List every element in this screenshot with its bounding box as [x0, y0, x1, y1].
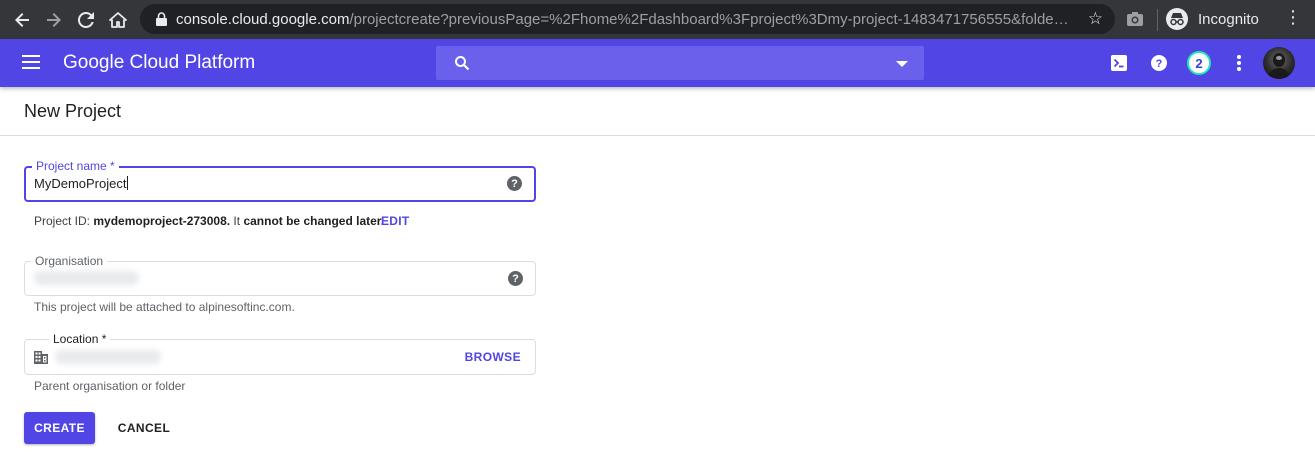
project-name-input[interactable]: MyDemoProject: [34, 176, 129, 191]
svg-text:?: ?: [1156, 58, 1163, 70]
browse-button[interactable]: BROWSE: [465, 350, 521, 364]
toolbar-divider: [1157, 9, 1158, 31]
page-title: New Project: [24, 101, 122, 121]
organisation-helper: This project will be attached to alpines…: [34, 300, 295, 314]
reload-icon[interactable]: [72, 6, 100, 34]
gcp-header: Google Cloud Platform ? 2: [0, 39, 1315, 87]
incognito-label: Incognito: [1198, 10, 1259, 28]
cloud-shell-icon[interactable]: [1107, 51, 1131, 75]
address-bar[interactable]: console.cloud.google.com /projectcreate?…: [140, 4, 1115, 34]
incognito-profile[interactable]: Incognito: [1166, 5, 1281, 33]
location-label: Location *: [49, 332, 111, 346]
help-icon[interactable]: ?: [1147, 51, 1171, 75]
browser-toolbar: console.cloud.google.com /projectcreate?…: [0, 0, 1315, 39]
create-button[interactable]: CREATE: [24, 412, 95, 444]
location-value-redacted: [55, 350, 161, 364]
location-helper: Parent organisation or folder: [34, 379, 186, 393]
search-icon: [454, 55, 470, 71]
help-icon[interactable]: ?: [507, 176, 522, 191]
forward-arrow-icon[interactable]: [40, 6, 68, 34]
url-host: console.cloud.google.com: [176, 10, 350, 28]
project-name-field[interactable]: Project name * MyDemoProject ?: [24, 159, 536, 202]
location-field[interactable]: Location * BROWSE: [24, 332, 536, 375]
project-id-text: Project ID: mydemoproject-273008. It can…: [34, 214, 385, 228]
cancel-button[interactable]: CANCEL: [108, 412, 180, 444]
star-icon[interactable]: ☆: [1088, 9, 1103, 29]
lock-icon: [154, 12, 168, 26]
organisation-value-redacted: [34, 271, 139, 285]
camera-icon[interactable]: [1125, 9, 1145, 29]
organisation-label: Organisation: [31, 254, 108, 268]
chevron-down-icon[interactable]: [896, 61, 908, 67]
incognito-icon: [1166, 8, 1188, 30]
organisation-field[interactable]: Organisation ?: [24, 254, 536, 296]
project-name-label: Project name *: [32, 159, 119, 173]
avatar[interactable]: [1263, 47, 1295, 79]
title-divider: [0, 135, 1315, 136]
notification-badge[interactable]: 2: [1187, 51, 1211, 75]
url-path: /projectcreate?previousPage=%2Fhome%2Fda…: [349, 10, 1070, 28]
search-input[interactable]: [436, 46, 924, 80]
home-icon[interactable]: [104, 6, 132, 34]
building-icon: [34, 351, 48, 364]
brand-title[interactable]: Google Cloud Platform: [63, 52, 255, 74]
help-icon[interactable]: ?: [508, 271, 523, 286]
menu-icon[interactable]: [22, 55, 40, 69]
more-vert-icon[interactable]: ⋮: [1284, 7, 1302, 28]
edit-project-id-button[interactable]: EDIT: [381, 214, 410, 228]
back-arrow-icon[interactable]: [8, 6, 36, 34]
more-vert-icon[interactable]: [1227, 51, 1251, 75]
